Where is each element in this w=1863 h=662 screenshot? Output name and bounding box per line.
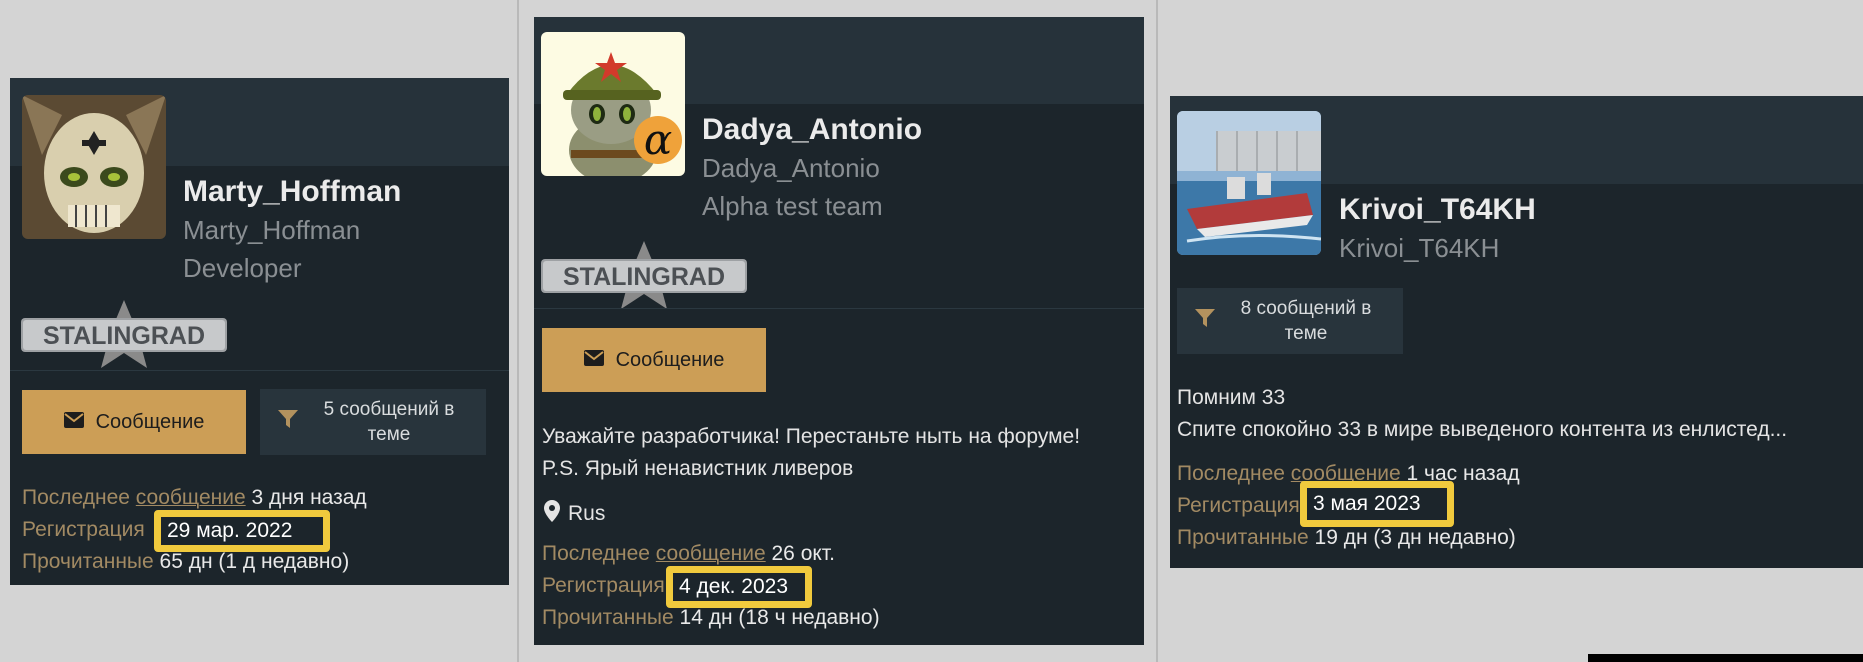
filter-button-label: 5 сообщений в теме: [323, 399, 455, 445]
read-label: Прочитанные: [542, 606, 674, 629]
registration-label: Регистрация: [22, 518, 145, 541]
last-message-row: Последнее сообщение 3 дня назад: [22, 486, 367, 510]
alpha-badge: α: [634, 116, 682, 164]
user-login: Krivoi_T64KH: [1339, 233, 1500, 263]
registration-label: Регистрация: [1177, 494, 1300, 517]
read-row: Прочитанные 19 дн (3 дн недавно): [1177, 526, 1516, 550]
filter-button-label: 8 сообщений в теме: [1240, 298, 1372, 344]
stalingrad-badge: STALINGRAD: [21, 300, 227, 373]
bio-line: P.S. Ярый ненавистник ливеров: [542, 457, 854, 480]
message-button-label: Сообщение: [95, 410, 205, 433]
location-value: Rus: [568, 502, 606, 525]
read-value: 19 дн (3 дн недавно): [1314, 526, 1516, 549]
stalingrad-badge: STALINGRAD: [541, 241, 747, 314]
about-line: Помним 33: [1177, 386, 1286, 409]
last-message-label: Последнее сообщение: [22, 486, 246, 509]
black-edge-strip: [1588, 654, 1863, 662]
last-message-row: Последнее сообщение 26 окт.: [542, 542, 835, 566]
envelope-icon: [63, 411, 84, 434]
divider: [10, 370, 509, 371]
panel-separator: [517, 0, 519, 662]
filter-icon: [1194, 307, 1216, 336]
user-name[interactable]: Krivoi_T64KH: [1339, 193, 1536, 227]
user-card-marty: Marty_Hoffman Marty_Hoffman Developer ST…: [10, 78, 509, 585]
bio-line: Уважайте разработчика! Перестаньте ныть …: [542, 425, 1081, 448]
last-message-label: Последнее сообщение: [542, 542, 766, 565]
location-row: Rus: [544, 500, 605, 528]
badge-text: STALINGRAD: [563, 263, 725, 291]
badge-text: STALINGRAD: [43, 322, 205, 350]
last-message-value: 26 окт.: [771, 542, 835, 565]
user-card-krivoi: Krivoi_T64KH Krivoi_T64KH 8 сообщений в …: [1170, 96, 1863, 568]
user-name[interactable]: Dadya_Antonio: [702, 113, 922, 147]
registration-row: Регистрация: [22, 518, 145, 542]
read-row: Прочитанные 65 дн (1 д недавно): [22, 550, 349, 574]
read-label: Прочитанные: [22, 550, 154, 573]
map-marker-icon: [544, 500, 560, 528]
filter-posts-button[interactable]: 5 сообщений в теме: [260, 389, 486, 455]
registration-label: Регистрация: [542, 574, 665, 597]
user-login: Marty_Hoffman: [183, 215, 361, 245]
user-login: Dadya_Antonio: [702, 153, 880, 183]
read-value: 65 дн (1 д недавно): [159, 550, 350, 573]
read-value: 14 дн (18 ч недавно): [679, 606, 880, 629]
filter-icon: [277, 408, 299, 437]
registration-row: Регистрация: [542, 574, 665, 598]
message-button[interactable]: Сообщение: [542, 328, 766, 392]
user-role: Alpha test team: [702, 191, 883, 221]
message-link[interactable]: сообщение: [136, 486, 246, 509]
registration-row: Регистрация: [1177, 494, 1300, 518]
user-card-dadya: α Dadya_Antonio Dadya_Antonio Alpha test…: [534, 17, 1144, 645]
message-button[interactable]: Сообщение: [22, 390, 246, 454]
about-line: Спите спокойно 33 в мире выведеного конт…: [1177, 418, 1788, 441]
registration-date-highlight: 3 мая 2023: [1300, 481, 1454, 527]
envelope-icon: [583, 349, 604, 372]
avatar[interactable]: [1177, 111, 1321, 255]
last-message-value: 3 дня назад: [251, 486, 367, 509]
read-row: Прочитанные 14 дн (18 ч недавно): [542, 606, 880, 630]
user-name[interactable]: Marty_Hoffman: [183, 175, 401, 209]
message-link[interactable]: сообщение: [656, 542, 766, 565]
panel-separator: [1156, 0, 1158, 662]
avatar[interactable]: [22, 95, 166, 239]
message-button-label: Сообщение: [615, 348, 725, 371]
filter-posts-button[interactable]: 8 сообщений в теме: [1177, 288, 1403, 354]
read-label: Прочитанные: [1177, 526, 1309, 549]
registration-date-highlight: 29 мар. 2022: [154, 510, 330, 552]
user-role: Developer: [183, 253, 302, 283]
registration-date-highlight: 4 дек. 2023: [666, 566, 812, 608]
divider: [534, 308, 1144, 309]
